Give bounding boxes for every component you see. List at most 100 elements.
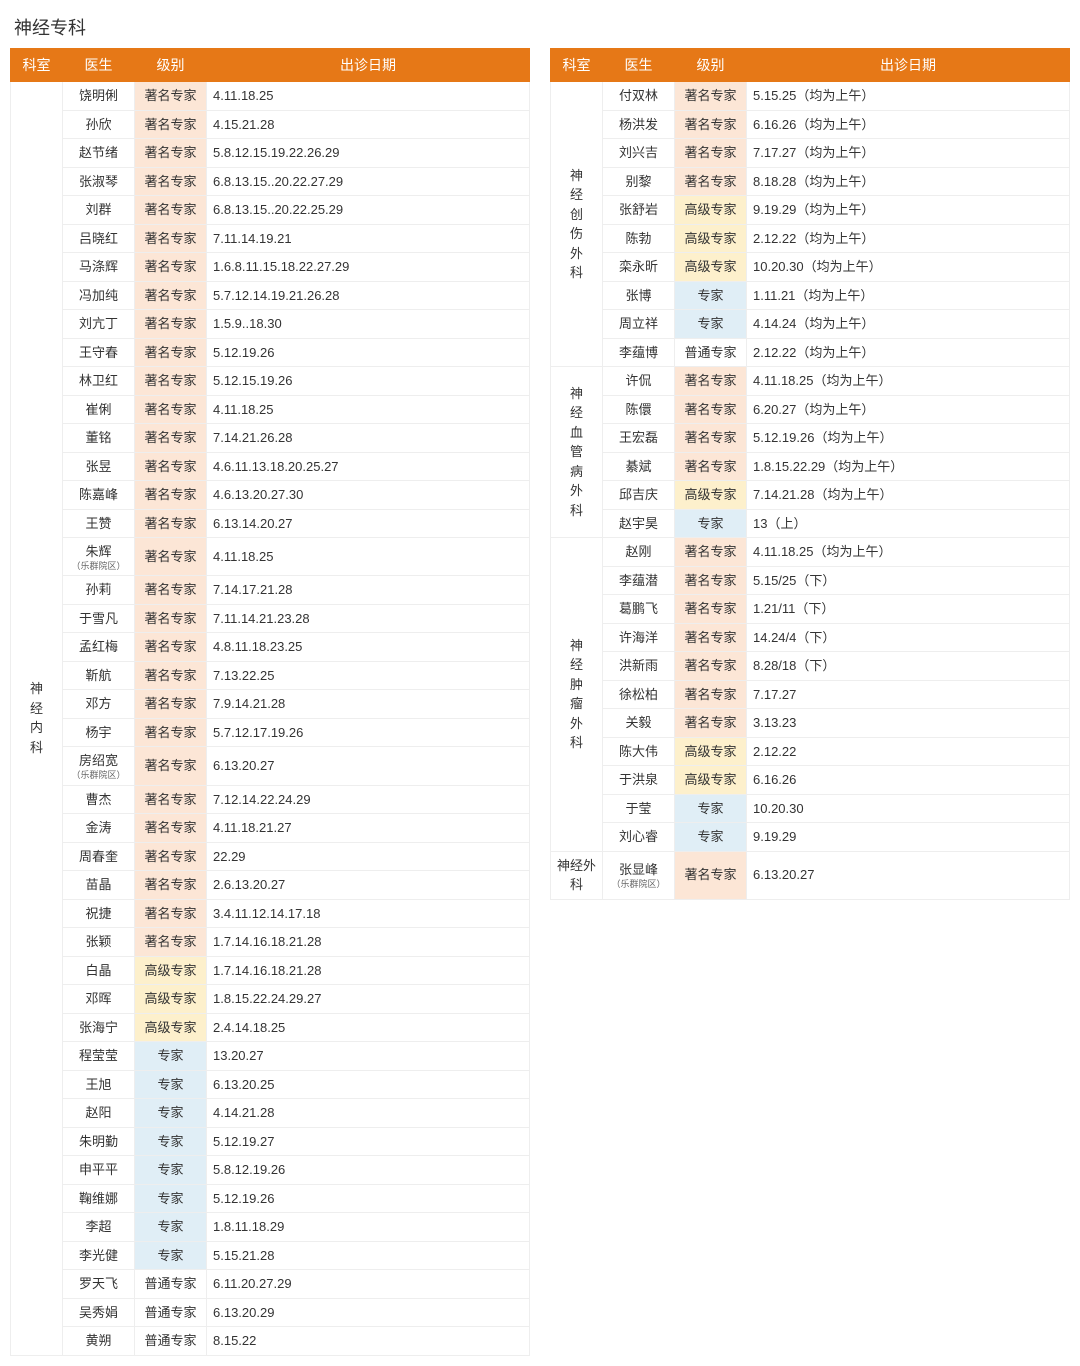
table-row: 綦斌著名专家1.8.15.22.29（均为上午） — [551, 452, 1070, 481]
table-row: 朱辉（乐群院区）著名专家4.11.18.25 — [11, 538, 530, 576]
doctor-cell: 李光健 — [63, 1241, 135, 1270]
doctor-cell: 陈勃 — [603, 224, 675, 253]
table-row: 于洪泉高级专家6.16.26 — [551, 766, 1070, 795]
dates-cell: 8.28/18（下） — [747, 652, 1070, 681]
table-row: 于莹专家10.20.30 — [551, 794, 1070, 823]
dates-cell: 4.11.18.25（均为上午） — [747, 367, 1070, 396]
doctor-cell: 赵刚 — [603, 538, 675, 567]
level-cell: 著名专家 — [135, 509, 207, 538]
dates-cell: 2.12.22（均为上午） — [747, 338, 1070, 367]
dates-cell: 7.13.22.25 — [207, 661, 530, 690]
dates-cell: 5.12.15.19.26 — [207, 367, 530, 396]
table-row: 陈勃高级专家2.12.22（均为上午） — [551, 224, 1070, 253]
dates-cell: 8.18.28（均为上午） — [747, 167, 1070, 196]
doctor-cell: 陈嘉峰 — [63, 481, 135, 510]
table-row: 别黎著名专家8.18.28（均为上午） — [551, 167, 1070, 196]
dates-cell: 6.13.14.20.27 — [207, 509, 530, 538]
level-cell: 专家 — [135, 1241, 207, 1270]
table-row: 林卫红著名专家5.12.15.19.26 — [11, 367, 530, 396]
level-cell: 专家 — [135, 1127, 207, 1156]
doctor-cell: 张舒岩 — [603, 196, 675, 225]
level-cell: 著名专家 — [135, 82, 207, 111]
doctor-cell: 饶明俐 — [63, 82, 135, 111]
level-cell: 专家 — [675, 281, 747, 310]
dates-cell: 5.15.25（均为上午） — [747, 82, 1070, 111]
table-row: 神经肿瘤外科赵刚著名专家4.11.18.25（均为上午） — [551, 538, 1070, 567]
dates-cell: 1.8.11.18.29 — [207, 1213, 530, 1242]
doctor-cell: 许海洋 — [603, 623, 675, 652]
doctor-cell: 葛鹏飞 — [603, 595, 675, 624]
dates-cell: 6.13.20.29 — [207, 1298, 530, 1327]
table-row: 赵宇昊专家13（上） — [551, 509, 1070, 538]
table-row: 曹杰著名专家7.12.14.22.24.29 — [11, 785, 530, 814]
table-row: 周立祥专家4.14.24（均为上午） — [551, 310, 1070, 339]
doctor-cell: 王旭 — [63, 1070, 135, 1099]
doctor-cell: 李蕴潜 — [603, 566, 675, 595]
level-cell: 著名专家 — [135, 139, 207, 168]
level-cell: 专家 — [135, 1213, 207, 1242]
table-row: 张昱著名专家4.6.11.13.18.20.25.27 — [11, 452, 530, 481]
doctor-cell: 房绍宽（乐群院区） — [63, 747, 135, 785]
table-row: 苗晶著名专家2.6.13.20.27 — [11, 871, 530, 900]
dates-cell: 6.20.27（均为上午） — [747, 395, 1070, 424]
doctor-cell: 关毅 — [603, 709, 675, 738]
table-row: 靳航著名专家7.13.22.25 — [11, 661, 530, 690]
level-cell: 高级专家 — [675, 737, 747, 766]
table-row: 周春奎著名专家22.29 — [11, 842, 530, 871]
level-cell: 普通专家 — [675, 338, 747, 367]
dates-cell: 4.6.11.13.18.20.25.27 — [207, 452, 530, 481]
dates-cell: 6.16.26 — [747, 766, 1070, 795]
doctor-cell: 陈大伟 — [603, 737, 675, 766]
right-column: 科室医生级别出诊日期神经创伤外科付双林著名专家5.15.25（均为上午）杨洪发著… — [550, 48, 1070, 900]
doctor-cell: 洪新雨 — [603, 652, 675, 681]
doctor-cell: 王宏磊 — [603, 424, 675, 453]
dates-cell: 6.13.20.25 — [207, 1070, 530, 1099]
level-cell: 著名专家 — [135, 167, 207, 196]
dates-cell: 2.12.22 — [747, 737, 1070, 766]
level-cell: 著名专家 — [675, 167, 747, 196]
doctor-cell: 栾永昕 — [603, 253, 675, 282]
doctor-cell: 邱吉庆 — [603, 481, 675, 510]
level-cell: 高级专家 — [135, 1013, 207, 1042]
table-row: 邱吉庆高级专家7.14.21.28（均为上午） — [551, 481, 1070, 510]
dates-cell: 5.8.12.19.26 — [207, 1156, 530, 1185]
dates-cell: 6.8.13.15..20.22.25.29 — [207, 196, 530, 225]
table-row: 神经内科饶明俐著名专家4.11.18.25 — [11, 82, 530, 111]
level-cell: 普通专家 — [135, 1270, 207, 1299]
doctor-cell: 邓晖 — [63, 985, 135, 1014]
dates-cell: 7.11.14.21.23.28 — [207, 604, 530, 633]
level-cell: 著名专家 — [135, 576, 207, 605]
level-cell: 著名专家 — [675, 566, 747, 595]
dates-cell: 2.6.13.20.27 — [207, 871, 530, 900]
table-row: 赵阳专家4.14.21.28 — [11, 1099, 530, 1128]
level-cell: 专家 — [675, 823, 747, 852]
doctor-cell: 张昱 — [63, 452, 135, 481]
table-row: 刘兴吉著名专家7.17.27（均为上午） — [551, 139, 1070, 168]
dates-cell: 6.13.20.27 — [747, 851, 1070, 899]
header-level: 级别 — [675, 49, 747, 82]
table-row: 吴秀娟普通专家6.13.20.29 — [11, 1298, 530, 1327]
table-row: 王赞著名专家6.13.14.20.27 — [11, 509, 530, 538]
dates-cell: 13（上） — [747, 509, 1070, 538]
table-row: 朱明勤专家5.12.19.27 — [11, 1127, 530, 1156]
dates-cell: 1.7.14.16.18.21.28 — [207, 928, 530, 957]
doctor-note: （乐群院区） — [69, 562, 128, 572]
dates-cell: 8.15.22 — [207, 1327, 530, 1356]
doctor-cell: 綦斌 — [603, 452, 675, 481]
level-cell: 著名专家 — [135, 253, 207, 282]
left-column: 科室医生级别出诊日期神经内科饶明俐著名专家4.11.18.25孙欣著名专家4.1… — [10, 48, 530, 1356]
doctor-cell: 张颖 — [63, 928, 135, 957]
level-cell: 著名专家 — [135, 690, 207, 719]
table-row: 神经创伤外科付双林著名专家5.15.25（均为上午） — [551, 82, 1070, 111]
dates-cell: 22.29 — [207, 842, 530, 871]
dept-cell: 神经肿瘤外科 — [551, 538, 603, 852]
header-doctor: 医生 — [603, 49, 675, 82]
table-row: 张海宁高级专家2.4.14.18.25 — [11, 1013, 530, 1042]
doctor-cell: 别黎 — [603, 167, 675, 196]
doctor-cell: 申平平 — [63, 1156, 135, 1185]
doctor-cell: 赵阳 — [63, 1099, 135, 1128]
dates-cell: 14.24/4（下） — [747, 623, 1070, 652]
level-cell: 高级专家 — [135, 985, 207, 1014]
level-cell: 著名专家 — [675, 851, 747, 899]
table-row: 申平平专家5.8.12.19.26 — [11, 1156, 530, 1185]
